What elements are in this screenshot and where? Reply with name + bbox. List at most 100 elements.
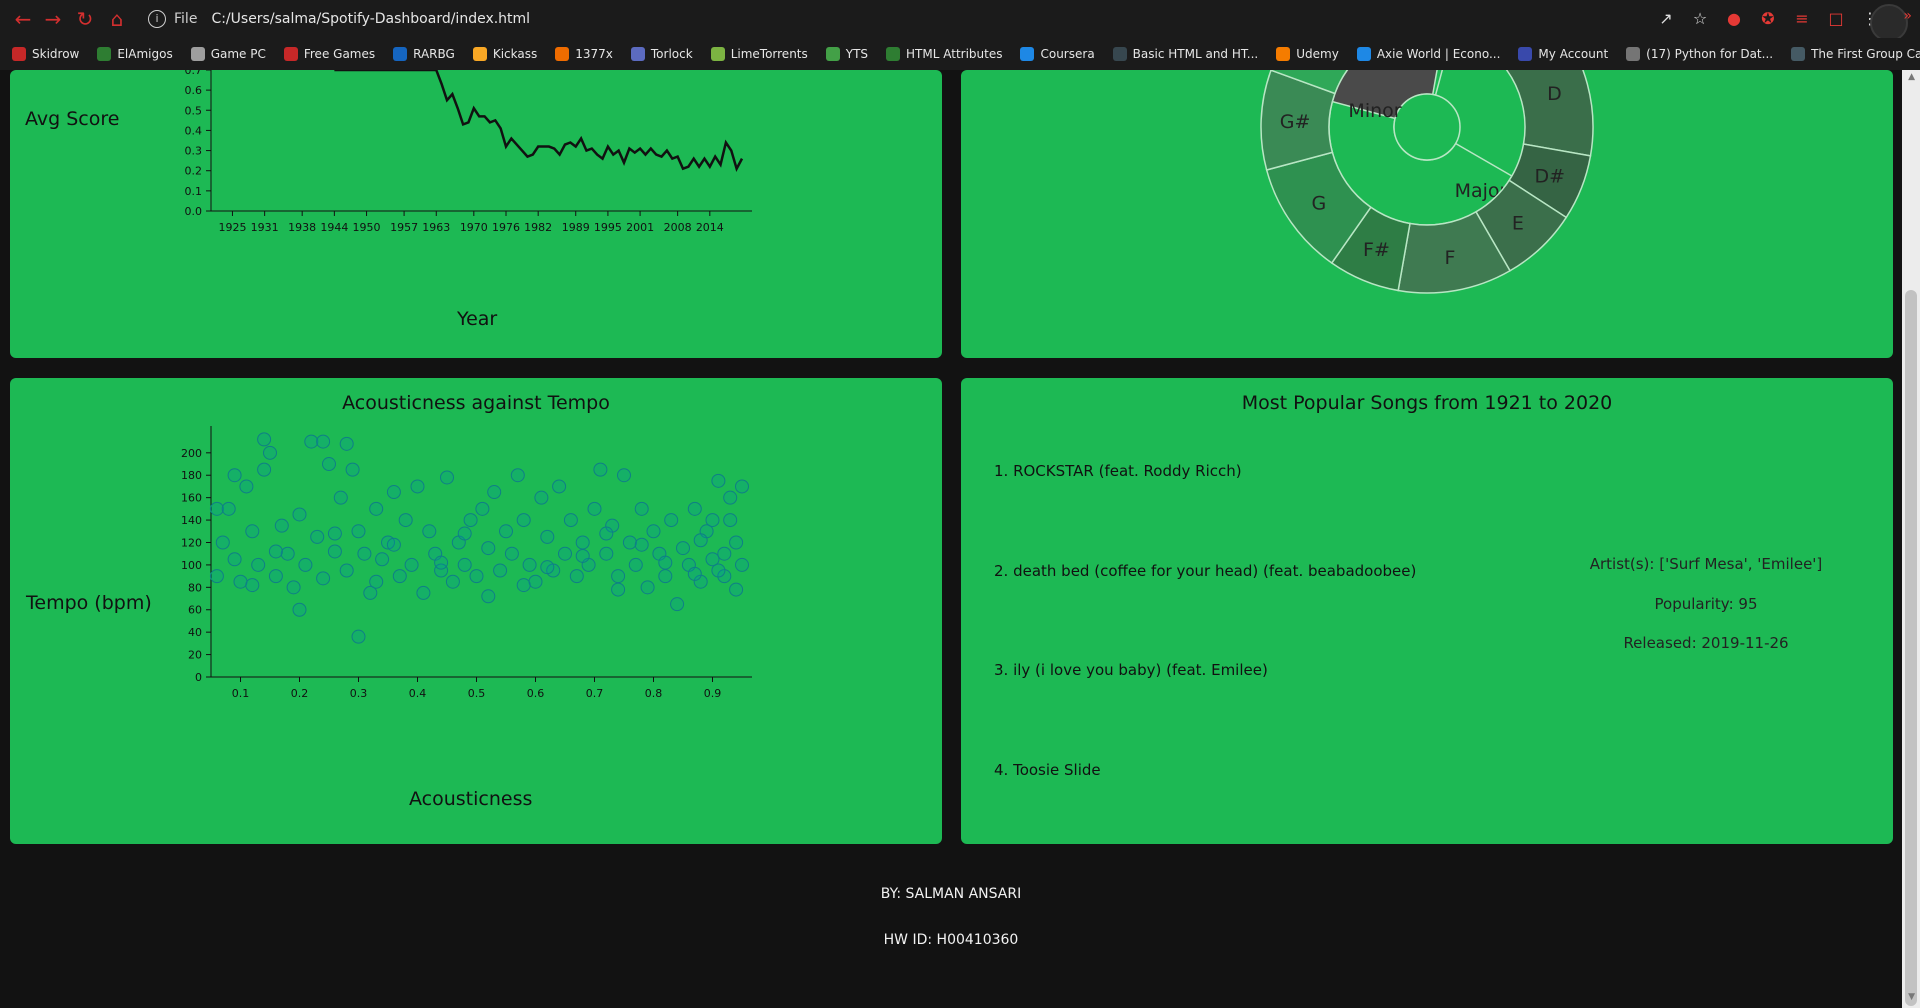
sunburst-key-label: F# [1363,239,1390,261]
scroll-down-arrow-icon[interactable]: ▼ [1908,992,1915,1002]
back-icon[interactable]: ← [12,8,34,30]
scatter-point [292,602,307,617]
scatter-point [280,546,295,561]
reload-icon[interactable]: ↻ [74,8,96,30]
line-x-tick-label: 1957 [390,221,418,234]
scatter-point [569,569,584,584]
sunburst-key-label: G [1312,193,1327,215]
scatter-y-tick-label: 80 [188,581,202,594]
scatter-point [316,571,331,586]
bookmark-item[interactable]: Kickass [472,47,537,61]
bookmark-item[interactable]: ElAmigos [97,47,173,61]
bookmark-favicon-icon [1276,47,1291,61]
scatter-point [640,580,655,595]
scatter-point [475,501,490,516]
bookmark-label: YTS [845,47,869,61]
bookmark-favicon-icon [190,47,205,61]
song-item[interactable]: 4. Toosie Slide [994,761,1101,779]
bookmark-star-icon[interactable]: ☆ [1690,9,1710,29]
line-x-tick-label: 1995 [594,221,622,234]
scatter-point [634,501,649,516]
browser-toolbar: ← → ↻ ⌂ i File C:/Users/salma/Spotify-Dash… [0,0,1920,42]
line-y-tick-label: 0.2 [185,165,203,178]
scatter-point [729,535,744,550]
bookmark-item[interactable]: HTML Attributes [886,47,1002,61]
extension-puzzle-icon[interactable]: ✪ [1758,9,1778,29]
bookmark-label: (17) Python for Dat... [1646,47,1774,61]
bookmark-item[interactable]: LimeTorrents [710,47,808,61]
home-icon[interactable]: ⌂ [106,8,128,30]
scatter-x-tick-label: 0.2 [291,687,309,700]
bookmark-item[interactable]: Free Games [283,47,375,61]
bookmark-item[interactable]: 1377x [555,47,613,61]
bookmark-favicon-icon [825,47,840,61]
scatter-point [516,513,531,528]
scroll-up-arrow-icon[interactable]: ▲ [1908,72,1915,82]
song-artists: Artist(s): ['Surf Mesa', 'Emilee'] [1589,555,1823,573]
side-panel-icon[interactable]: □ [1826,9,1846,29]
song-item[interactable]: 1. ROCKSTAR (feat. Roddy Ricch) [994,462,1242,480]
bookmark-favicon-icon [393,47,408,61]
scatter-point [263,445,277,460]
profile-avatar[interactable] [1870,4,1908,42]
bookmark-item[interactable]: YTS [825,47,869,61]
scatter-point [351,524,366,539]
address-bar[interactable]: i File C:/Users/salma/Spotify-Dashboard/in… [148,6,1618,32]
line-x-tick-label: 2014 [696,221,724,234]
line-x-tick-label: 1976 [492,221,520,234]
bookmark-item[interactable]: My Account [1518,47,1608,61]
scatter-point [646,524,661,539]
forward-icon[interactable]: → [42,8,64,30]
toolbar-icons: ↗ ☆ ● ✪ ≡ □ ⋮ [1656,8,1880,30]
song-item[interactable]: 2. death bed (coffee for your head) (fea… [994,562,1416,580]
bookmark-label: RARBG [413,47,455,61]
scatter-point [687,566,702,581]
bookmark-item[interactable]: Basic HTML and HT... [1112,47,1259,61]
address-scheme: File [174,11,198,27]
bookmark-item[interactable]: Axie World | Econo... [1356,47,1500,61]
share-icon[interactable]: ↗ [1656,9,1676,29]
scatter-point [552,479,567,494]
bookmark-label: Skidrow [32,47,80,61]
reading-list-icon[interactable]: ≡ [1792,9,1812,29]
scatter-point [611,569,626,584]
line-y-tick-label: 0.7 [185,70,203,77]
scatter-point [404,557,419,572]
bookmark-item[interactable]: Coursera [1020,47,1095,61]
song-item[interactable]: 3. ily (i love you baby) (feat. Emilee) [994,661,1268,679]
scatter-point [257,432,272,447]
scatter-point [575,535,590,550]
bookmark-item[interactable]: Udemy [1276,47,1339,61]
extension-shield-icon[interactable]: ● [1724,9,1744,29]
scatter-point [227,468,242,483]
line-y-tick-label: 0.5 [185,104,203,117]
bookmark-favicon-icon [1626,47,1641,61]
sunburst-key-label: D [1547,83,1562,105]
sunburst-key-label: D# [1535,165,1566,187]
scatter-point [469,569,484,584]
bookmark-item[interactable]: Torlock [630,47,693,61]
scatter-y-tick-label: 20 [188,649,202,662]
scatter-point [257,462,272,477]
scatter-point [327,526,342,541]
bookmark-item[interactable]: Skidrow [12,47,79,61]
scatter-point [245,578,260,593]
bookmark-label: My Account [1538,47,1609,61]
scatter-x-tick-label: 0.4 [409,687,427,700]
scrollbar-thumb[interactable] [1905,290,1917,1006]
scatter-point [735,557,749,572]
bookmarks-overflow-icon[interactable]: » [1903,8,1912,24]
scatter-point [386,537,401,552]
bookmark-item[interactable]: The First Group Car... [1791,47,1920,61]
scatter-point [386,485,401,500]
bookmark-item[interactable]: Game PC [190,47,266,61]
scatter-point [717,546,732,561]
bookmark-item[interactable]: (17) Python for Dat... [1626,47,1773,61]
scatter-point [658,569,673,584]
scatter-point [339,436,354,451]
bookmark-favicon-icon [710,47,725,61]
bookmark-label: Basic HTML and HT... [1132,47,1259,61]
bookmark-item[interactable]: RARBG [393,47,455,61]
info-icon[interactable]: i [148,10,166,28]
scatter-point [622,535,637,550]
